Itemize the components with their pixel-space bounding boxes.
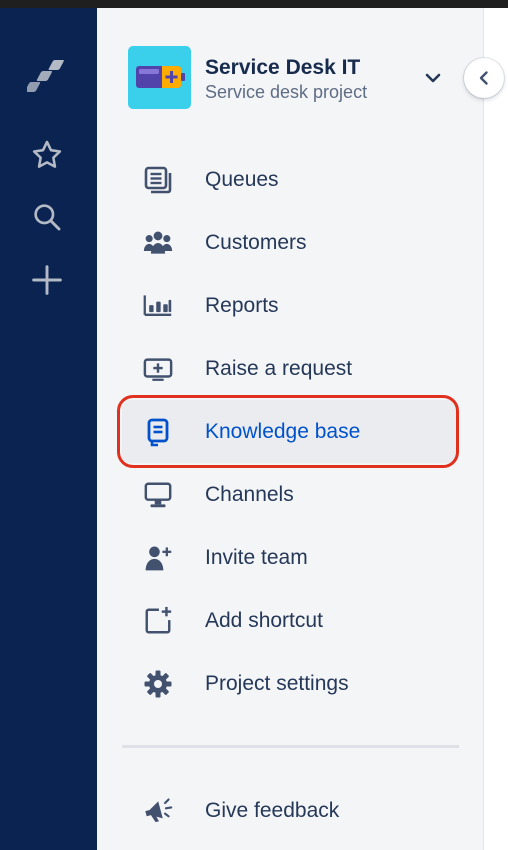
sidebar-item-label: Invite team xyxy=(205,546,308,569)
add-shortcut-icon xyxy=(143,606,173,636)
jira-logo-icon[interactable] xyxy=(22,52,72,102)
project-switcher[interactable]: Service Desk IT Service desk project xyxy=(128,46,448,109)
sidebar-item-channels[interactable]: Channels xyxy=(122,463,458,526)
collapse-sidebar-button[interactable] xyxy=(464,58,504,98)
sidebar-item-label: Queues xyxy=(205,168,279,191)
sidebar-item-invite-team[interactable]: Invite team xyxy=(122,526,458,589)
reports-icon xyxy=(143,291,173,321)
give-feedback-button[interactable]: Give feedback xyxy=(122,779,458,842)
knowledge-base-icon xyxy=(143,417,173,447)
project-avatar xyxy=(128,46,191,109)
star-icon[interactable] xyxy=(22,130,72,180)
megaphone-icon xyxy=(143,796,173,826)
channels-icon xyxy=(143,480,173,510)
sidebar-item-label: Channels xyxy=(205,483,294,506)
sidebar-item-customers[interactable]: Customers xyxy=(122,211,458,274)
sidebar-item-label: Customers xyxy=(205,231,307,254)
invite-team-icon xyxy=(143,543,173,573)
sidebar-item-label: Project settings xyxy=(205,672,349,695)
customers-icon xyxy=(143,228,173,258)
queues-icon xyxy=(143,165,173,195)
search-icon[interactable] xyxy=(22,192,72,242)
settings-icon xyxy=(143,669,173,699)
sidebar-divider xyxy=(122,745,459,748)
sidebar-item-queues[interactable]: Queues xyxy=(122,148,458,211)
project-name: Service Desk IT xyxy=(205,56,361,79)
raise-request-icon xyxy=(143,354,173,384)
sidebar-item-raise-request[interactable]: Raise a request xyxy=(122,337,458,400)
sidebar-item-project-settings[interactable]: Project settings xyxy=(122,652,458,715)
sidebar-item-label: Add shortcut xyxy=(205,609,323,632)
main-content-edge xyxy=(483,8,508,850)
chevron-down-icon[interactable] xyxy=(424,71,442,90)
project-type: Service desk project xyxy=(205,82,368,102)
battery-icon xyxy=(136,66,185,88)
sidebar-item-knowledge-base[interactable]: Knowledge base xyxy=(122,400,458,463)
window-top-bar xyxy=(0,0,508,8)
sidebar-item-label: Raise a request xyxy=(205,357,353,380)
plus-icon[interactable] xyxy=(22,255,72,305)
sidebar-item-label: Knowledge base xyxy=(205,420,361,443)
sidebar-item-reports[interactable]: Reports xyxy=(122,274,458,337)
chevron-left-icon xyxy=(479,71,488,85)
sidebar-item-label: Reports xyxy=(205,294,279,317)
sidebar-item-add-shortcut[interactable]: Add shortcut xyxy=(122,589,458,652)
global-nav xyxy=(0,8,97,850)
sidebar-item-label: Give feedback xyxy=(205,799,340,822)
